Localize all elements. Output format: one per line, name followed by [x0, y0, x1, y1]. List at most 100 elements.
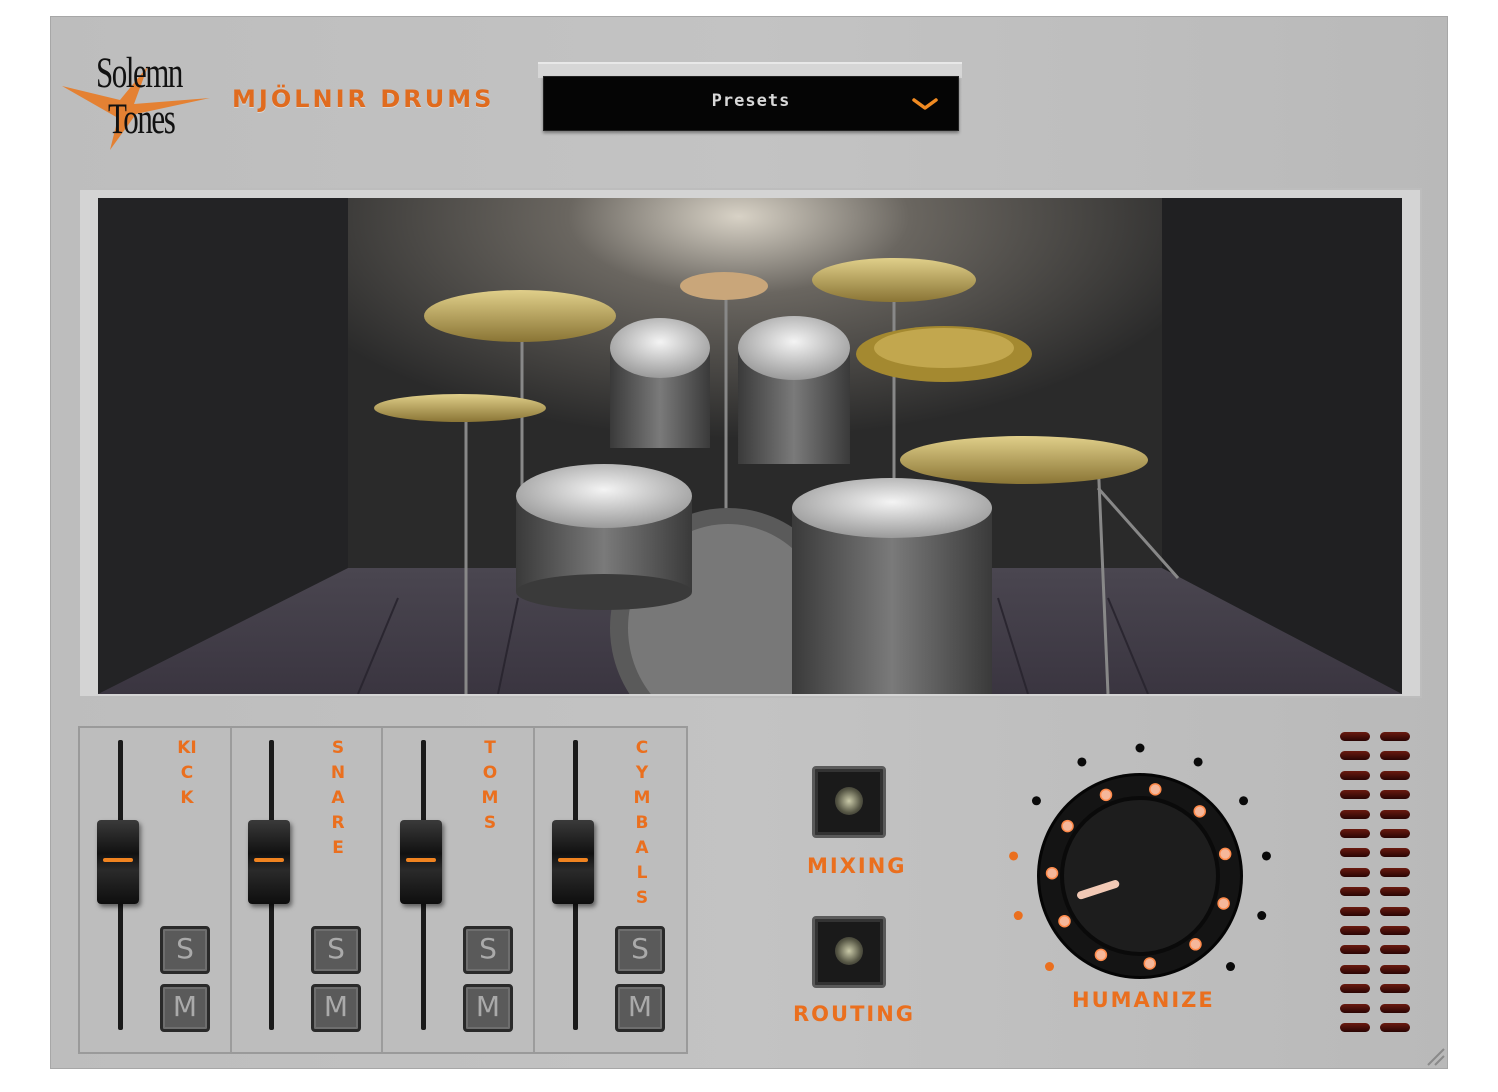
humanize-scale-dot [1044, 962, 1054, 972]
channel-kick: KICK S M [80, 728, 232, 1052]
humanize-scale-dot [1261, 851, 1271, 861]
meter-segment [1380, 867, 1410, 877]
fader-handle-kick[interactable] [97, 820, 139, 905]
channel-label-kick: KICK [177, 738, 197, 808]
meter-segment [1380, 984, 1410, 994]
meter-segment [1340, 964, 1370, 974]
routing-label: ROUTING [793, 1002, 916, 1026]
humanize-knob-graphic [1009, 743, 1271, 979]
humanize-scale-dot [1135, 743, 1145, 753]
meter-segment [1380, 809, 1410, 819]
meter-segment [1380, 829, 1410, 838]
channel-label-cymbals: CYMBALS [633, 738, 651, 908]
channel-cymbals: CYMBALS S M [535, 728, 685, 1052]
meter-segment [1380, 790, 1410, 800]
channel-toms: TOMS S M [383, 728, 535, 1052]
meter-segment [1340, 887, 1370, 897]
routing-button[interactable] [812, 916, 886, 988]
mixing-label: MIXING [807, 854, 907, 878]
humanize-label: HUMANIZE [1072, 988, 1215, 1012]
meter-segment [1380, 887, 1410, 897]
fader-handle-cymbals[interactable] [552, 820, 594, 905]
humanize-led [1218, 847, 1232, 861]
mute-button-toms[interactable]: M [463, 984, 513, 1032]
meter-segment [1380, 964, 1410, 974]
meter-segment [1340, 984, 1370, 994]
humanize-led [1143, 957, 1157, 970]
drum-kit-view[interactable] [98, 198, 1402, 694]
meter-segment [1380, 1003, 1410, 1013]
humanize-led [1189, 938, 1202, 951]
humanize-scale-dot [1077, 757, 1087, 767]
humanize-scale-dot [1257, 911, 1267, 921]
solo-button-toms[interactable]: S [463, 926, 513, 974]
meter-segment [1380, 732, 1410, 741]
meter-segment [1380, 906, 1410, 916]
fader-indicator [254, 858, 284, 863]
meter-segment [1340, 945, 1370, 955]
fader-indicator [406, 858, 436, 863]
solemn-tones-logo: Solemn Tones [60, 52, 220, 152]
meter-segment [1380, 926, 1410, 935]
humanize-led [1099, 788, 1113, 802]
meter-segment [1340, 1003, 1370, 1013]
meter-segment [1340, 906, 1370, 916]
drum-kit-image [98, 198, 1402, 694]
mixer-panel: KICK S M SNARE S M TOMS S M CYMBALS S M [78, 726, 688, 1054]
humanize-scale-dot [1226, 962, 1236, 972]
humanize-scale-dot [1193, 757, 1203, 767]
humanize-led [1094, 948, 1108, 962]
mixing-button[interactable] [812, 766, 886, 838]
meter-segment [1340, 751, 1370, 761]
meter-segment [1340, 732, 1370, 741]
humanize-led [1193, 805, 1206, 818]
meter-segment [1380, 751, 1410, 761]
channel-snare: SNARE S M [231, 728, 383, 1052]
mute-button-snare[interactable]: M [311, 984, 361, 1032]
meter-segment [1340, 848, 1370, 858]
humanize-led [1058, 914, 1071, 928]
fader-handle-snare[interactable] [248, 820, 290, 905]
mute-button-kick[interactable]: M [160, 984, 210, 1032]
humanize-scale-dot [1239, 796, 1249, 806]
mute-button-cymbals[interactable]: M [615, 984, 665, 1032]
meter-segment [1380, 848, 1410, 858]
presets-label: Presets [711, 91, 791, 111]
meter-segment [1380, 770, 1410, 780]
meter-segment [1340, 790, 1370, 800]
meter-segment [1380, 1023, 1410, 1032]
output-level-meter [1340, 732, 1414, 1042]
meter-segment [1380, 945, 1410, 955]
humanize-led [1149, 783, 1162, 796]
humanize-led [1045, 866, 1059, 880]
fader-indicator [558, 858, 588, 863]
humanize-scale-dot [1013, 911, 1023, 921]
meter-segment [1340, 867, 1370, 877]
meter-segment [1340, 770, 1370, 780]
chevron-down-icon [912, 98, 938, 110]
mixing-led [835, 787, 863, 815]
routing-led [835, 937, 863, 965]
meter-segment [1340, 829, 1370, 838]
presets-dropdown[interactable]: Presets [543, 76, 959, 131]
meter-segment [1340, 1023, 1370, 1032]
humanize-control [1000, 736, 1280, 1016]
fader-handle-toms[interactable] [400, 820, 442, 905]
fader-indicator [103, 858, 133, 863]
meter-segment [1340, 809, 1370, 819]
humanize-knob[interactable] [1060, 796, 1220, 956]
plugin-window: Solemn Tones MJÖLNIR DRUMS Presets KICK … [50, 16, 1448, 1069]
humanize-scale-dot [1031, 796, 1041, 806]
meter-segment [1340, 926, 1370, 935]
logo-word-bottom: Tones [108, 96, 176, 143]
solo-button-kick[interactable]: S [160, 926, 210, 974]
product-name: MJÖLNIR DRUMS [232, 85, 495, 113]
channel-label-toms: TOMS [481, 738, 499, 833]
solo-button-snare[interactable]: S [311, 926, 361, 974]
humanize-led [1217, 897, 1230, 910]
logo-word-top: Solemn [96, 50, 183, 97]
channel-label-snare: SNARE [330, 738, 346, 858]
resize-grip-icon[interactable] [1424, 1045, 1446, 1067]
solo-button-cymbals[interactable]: S [615, 926, 665, 974]
humanize-led [1061, 819, 1074, 833]
